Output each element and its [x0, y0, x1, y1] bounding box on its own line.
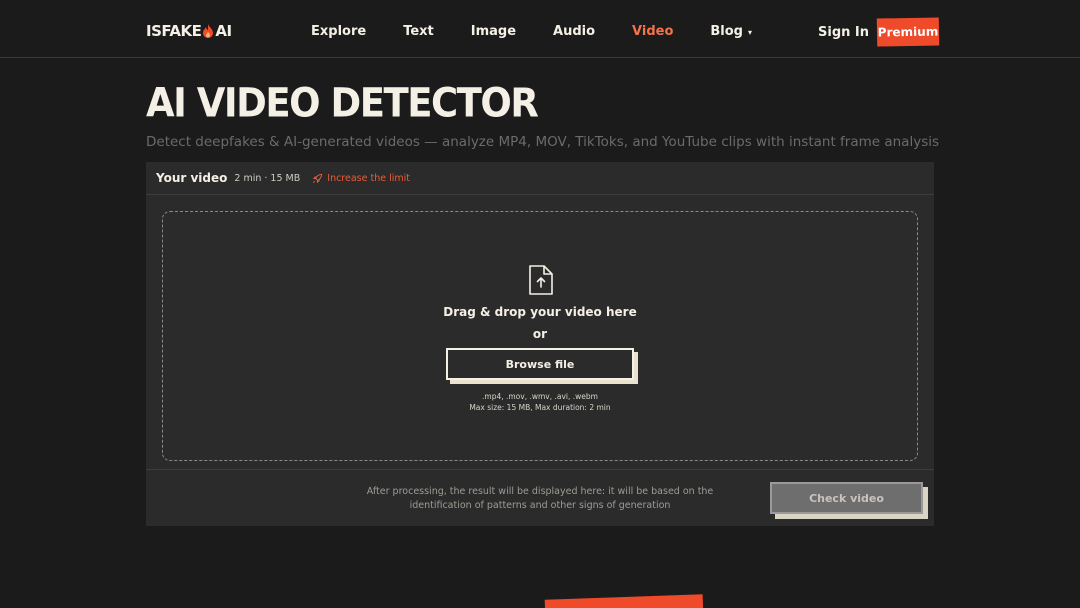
nav-audio[interactable]: Audio	[553, 24, 595, 39]
increase-limit-link[interactable]: Increase the limit	[312, 173, 410, 184]
sign-in-link[interactable]: Sign In	[818, 25, 869, 40]
nav-image-label: Image	[470, 24, 517, 39]
nav-video-label: Video	[632, 24, 674, 39]
increase-limit-label: Increase the limit	[327, 172, 410, 184]
premium-button[interactable]: Premium	[876, 17, 940, 47]
nav-video[interactable]: Video	[632, 24, 673, 39]
flame-icon	[203, 24, 214, 38]
drop-zone[interactable]: Drag & drop your video here or Browse fi…	[162, 211, 918, 461]
drop-zone-or: or	[532, 327, 548, 341]
logo[interactable]: ISFAKE AI	[146, 22, 232, 40]
video-upload-panel: Your video 2 min · 15 MB Increase the li…	[146, 162, 934, 526]
page-title: AI VIDEO DETECTOR	[146, 80, 539, 127]
max-size-info: Max size: 15 MB, Max duration: 2 min	[469, 403, 611, 412]
file-upload-icon	[529, 265, 553, 295]
panel-label: Your video	[156, 171, 228, 185]
page-subtitle: Detect deepfakes & AI-generated videos —…	[146, 134, 940, 150]
nav-blog-label: Blog	[710, 24, 743, 39]
logo-text-right: AI	[215, 22, 232, 40]
rocket-icon	[312, 173, 323, 183]
nav-explore-label: Explore	[311, 24, 367, 39]
supported-formats: .mp4, .mov, .wmv, .avi, .webm	[482, 392, 598, 401]
drop-zone-instructions: Drag & drop your video here	[443, 305, 637, 319]
nav-text[interactable]: Text	[403, 24, 434, 39]
browse-file-wrapper: Browse file	[446, 348, 638, 384]
limits-text: 2 min · 15 MB	[234, 172, 301, 184]
panel-footer: After processing, the result will be dis…	[146, 469, 934, 526]
nav-explore[interactable]: Explore	[311, 24, 366, 39]
check-video-button[interactable]: Check video	[770, 482, 923, 514]
site-header: ISFAKE AI Explore Text Image Audio Video…	[0, 0, 1080, 58]
main-nav: Explore Text Image Audio Video Blog ▾	[311, 24, 789, 39]
logo-text-left: ISFAKE	[146, 22, 202, 40]
chevron-down-icon: ▾	[748, 28, 753, 37]
nav-image[interactable]: Image	[471, 24, 516, 39]
nav-blog[interactable]: Blog ▾	[710, 24, 752, 39]
check-video-wrapper: Check video	[770, 482, 928, 519]
nav-text-label: Text	[403, 24, 434, 39]
browse-file-button[interactable]: Browse file	[446, 348, 634, 380]
panel-header: Your video 2 min · 15 MB Increase the li…	[146, 162, 934, 195]
nav-audio-label: Audio	[553, 24, 596, 39]
section-accent-banner	[544, 594, 704, 608]
result-info-text: After processing, the result will be dis…	[366, 486, 714, 511]
